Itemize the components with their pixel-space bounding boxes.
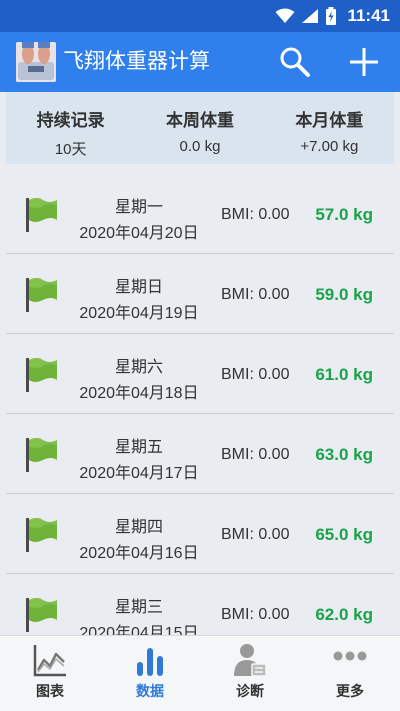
flag-icon xyxy=(26,198,57,232)
nav-label: 更多 xyxy=(336,683,364,699)
more-dots-icon xyxy=(333,651,367,661)
list-item[interactable]: 星期五 2020年04月17日 BMI: 0.00 63.0 kg xyxy=(6,414,394,494)
plus-icon xyxy=(350,48,378,76)
record-bmi: BMI: 0.00 xyxy=(221,526,290,543)
summary-value: +7.00 kg xyxy=(300,138,359,155)
nav-tab-more[interactable]: 更多 xyxy=(300,636,400,711)
add-record-button[interactable] xyxy=(346,44,382,80)
summary-week-weight: 本周体重 0.0 kg xyxy=(135,92,264,164)
flag-icon xyxy=(26,358,57,392)
chart-line-icon xyxy=(33,645,66,677)
nav-tab-diagnosis[interactable]: 诊断 xyxy=(200,636,300,711)
scale-feet-icon xyxy=(16,42,56,82)
record-weekday: 星期三 xyxy=(114,599,163,616)
summary-streak: 持续记录 10天 xyxy=(6,92,135,164)
record-bmi: BMI: 0.00 xyxy=(221,206,290,223)
flag-icon xyxy=(26,278,57,312)
record-bmi: BMI: 0.00 xyxy=(221,366,290,383)
app-title: 飞翔体重器计算 xyxy=(63,50,210,73)
record-weight: 59.0 kg xyxy=(315,285,373,304)
wifi-icon xyxy=(275,8,295,23)
search-button[interactable] xyxy=(277,44,313,80)
doctor-icon xyxy=(234,644,267,677)
record-weekday: 星期五 xyxy=(114,439,163,456)
summary-panel: 持续记录 10天 本周体重 0.0 kg 本月体重 +7.00 kg xyxy=(6,92,394,164)
record-weight: 62.0 kg xyxy=(315,605,373,624)
record-bmi: BMI: 0.00 xyxy=(221,606,290,623)
record-date: 2020年04月19日 xyxy=(79,305,199,322)
list-item[interactable]: 星期六 2020年04月18日 BMI: 0.00 61.0 kg xyxy=(6,334,394,414)
list-item[interactable]: 星期一 2020年04月20日 BMI: 0.00 57.0 kg xyxy=(6,174,394,254)
record-date: 2020年04月16日 xyxy=(79,545,199,562)
app-bar: 飞翔体重器计算 xyxy=(0,32,400,92)
app-logo xyxy=(16,42,56,82)
record-weight: 57.0 kg xyxy=(315,205,373,224)
status-time: 11:41 xyxy=(347,6,390,25)
battery-icon xyxy=(326,7,337,25)
flag-icon xyxy=(26,518,57,552)
summary-value: 0.0 kg xyxy=(179,138,221,155)
flag-icon xyxy=(26,598,57,632)
list-item[interactable]: 星期日 2020年04月19日 BMI: 0.00 59.0 kg xyxy=(6,254,394,334)
list-item[interactable]: 星期四 2020年04月16日 BMI: 0.00 65.0 kg xyxy=(6,494,394,574)
signal-icon xyxy=(302,9,319,23)
search-icon xyxy=(280,47,310,77)
summary-value: 10天 xyxy=(54,141,87,158)
status-bar: 11:41 xyxy=(0,0,400,32)
record-weekday: 星期日 xyxy=(114,279,163,296)
nav-tab-data[interactable]: 数据 xyxy=(100,636,200,711)
record-date: 2020年04月18日 xyxy=(79,385,199,402)
nav-label: 数据 xyxy=(136,683,164,699)
record-weight: 61.0 kg xyxy=(315,365,373,384)
summary-title: 本月体重 xyxy=(295,111,364,130)
weight-record-list[interactable]: 星期一 2020年04月20日 BMI: 0.00 57.0 kg 星期日 20… xyxy=(6,174,394,635)
summary-title: 本周体重 xyxy=(165,111,234,130)
record-date: 2020年04月15日 xyxy=(79,625,199,635)
status-icons: 11:41 xyxy=(275,6,390,26)
record-bmi: BMI: 0.00 xyxy=(221,446,290,463)
nav-label: 图表 xyxy=(36,683,64,699)
record-date: 2020年04月17日 xyxy=(79,465,199,482)
record-weekday: 星期一 xyxy=(114,199,163,216)
record-bmi: BMI: 0.00 xyxy=(221,286,290,303)
record-weekday: 星期六 xyxy=(114,359,163,376)
list-item[interactable]: 星期三 2020年04月15日 BMI: 0.00 62.0 kg xyxy=(6,574,394,635)
record-weight: 65.0 kg xyxy=(315,525,373,544)
bottom-nav: 图表 数据 诊断 更多 xyxy=(0,635,400,711)
summary-title: 持续记录 xyxy=(36,111,105,130)
flag-icon xyxy=(26,438,57,472)
record-date: 2020年04月20日 xyxy=(79,225,199,242)
bar-chart-icon xyxy=(137,648,163,676)
nav-tab-chart[interactable]: 图表 xyxy=(0,636,100,711)
nav-label: 诊断 xyxy=(236,683,264,699)
record-weight: 63.0 kg xyxy=(315,445,373,464)
summary-month-weight: 本月体重 +7.00 kg xyxy=(265,92,394,164)
record-weekday: 星期四 xyxy=(114,519,163,536)
